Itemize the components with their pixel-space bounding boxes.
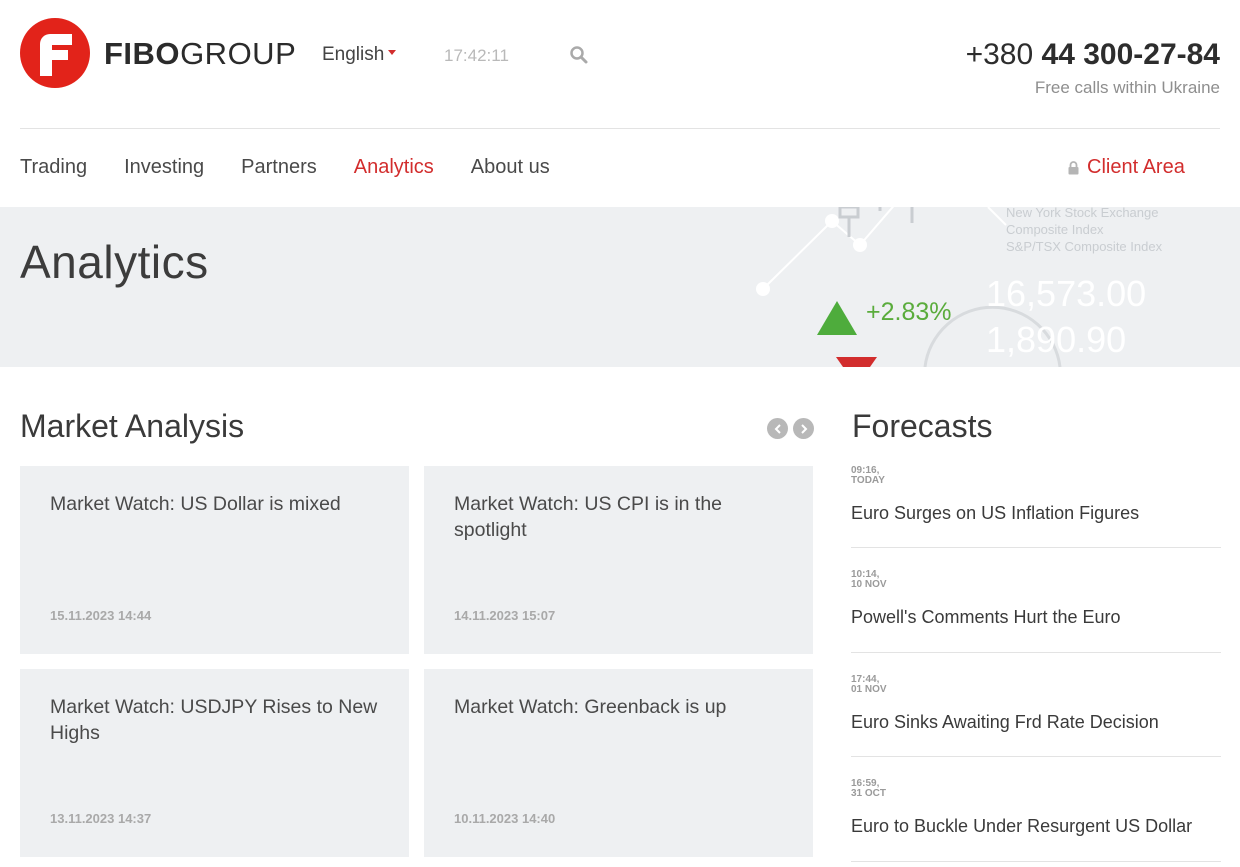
nav-item-partners[interactable]: Partners [241, 156, 317, 179]
phone-note: Free calls within Ukraine [1034, 78, 1220, 97]
analysis-card[interactable]: Market Watch: US Dollar is mixed 15.11.2… [20, 466, 409, 654]
language-selector[interactable]: English [322, 44, 397, 66]
nav-item-about-us[interactable]: About us [471, 156, 550, 179]
site-header: FIBOGROUP English 17:42:11 +380 44 300-2… [0, 0, 1240, 128]
nav-item-investing[interactable]: Investing [124, 156, 204, 179]
forecast-time: 17:44, [851, 674, 880, 685]
forecast-divider [851, 861, 1221, 862]
index-label: New York Stock Exchange [1006, 207, 1159, 220]
fibogroup-logo-icon [20, 18, 90, 88]
chevron-right-icon [800, 423, 807, 434]
forecast-item[interactable]: 09:16, TODAY Euro Surges on US Inflation… [851, 466, 1221, 524]
card-date: 14.11.2023 15:07 [454, 608, 556, 623]
card-date: 10.11.2023 14:40 [454, 811, 556, 826]
card-title: Market Watch: USDJPY Rises to New Highs [50, 696, 378, 744]
chevron-down-icon [388, 49, 397, 55]
forecast-time: 09:16, [851, 465, 880, 476]
card-date: 13.11.2023 14:37 [50, 811, 152, 826]
analysis-card[interactable]: Market Watch: Greenback is up 10.11.2023… [424, 669, 813, 857]
next-button[interactable] [793, 418, 814, 439]
forecast-time: 16:59, [851, 778, 880, 789]
forecast-headline: Euro to Buckle Under Resurgent US Dollar [851, 816, 1193, 836]
page-title: Analytics [20, 236, 209, 288]
header-divider [20, 128, 1220, 129]
page-banner: Analytics New York Stock Exchange Compos… [0, 207, 1240, 367]
logo-wordmark: FIBOGROUP [104, 35, 297, 71]
prev-button[interactable] [767, 418, 788, 439]
analysis-card[interactable]: Market Watch: US CPI is in the spotlight… [424, 466, 813, 654]
forecast-item[interactable]: 17:44, 01 NOV Euro Sinks Awaiting Frd Ra… [851, 675, 1221, 733]
forecast-item[interactable]: 10:14, 10 NOV Powell's Comments Hurt the… [851, 570, 1221, 628]
index-label: S&P/TSX Composite Index [1006, 239, 1163, 254]
forecast-item[interactable]: 16:59, 31 OCT Euro to Buckle Under Resur… [851, 779, 1221, 837]
analysis-card[interactable]: Market Watch: USDJPY Rises to New Highs … [20, 669, 409, 857]
forecast-day: 31 OCT [851, 788, 887, 799]
forecast-divider [851, 652, 1221, 653]
carousel-controls [767, 418, 819, 439]
index-value: 16,573.00 [986, 273, 1147, 314]
card-title: Market Watch: Greenback is up [454, 696, 727, 718]
chevron-left-icon [774, 423, 781, 434]
nav-item-analytics[interactable]: Analytics [354, 156, 434, 179]
card-date: 15.11.2023 14:44 [50, 608, 152, 623]
forecast-headline: Powell's Comments Hurt the Euro [851, 607, 1121, 627]
phone-number[interactable]: +380 44 300-27-84 [966, 38, 1220, 72]
forecast-time: 10:14, [851, 569, 880, 580]
language-label: English [322, 44, 385, 65]
client-area-label: Client Area [1087, 156, 1185, 178]
fibogroup-logo[interactable]: FIBOGROUP [20, 18, 296, 88]
card-title: Market Watch: US Dollar is mixed [50, 493, 341, 515]
forecast-divider [851, 756, 1221, 757]
market-analysis-title: Market Analysis [20, 408, 245, 444]
forecast-day: 10 NOV [851, 579, 887, 590]
forecast-headline: Euro Sinks Awaiting Frd Rate Decision [851, 712, 1159, 732]
client-area-link[interactable]: Client Area [1068, 156, 1185, 179]
forecast-day: TODAY [851, 475, 885, 486]
main-nav: Trading Investing Partners Analytics Abo… [20, 156, 587, 179]
forecasts-title: Forecasts [852, 408, 993, 444]
up-arrow-icon [817, 301, 857, 335]
search-icon [570, 46, 588, 64]
server-clock: 17:42:11 [444, 46, 509, 65]
lock-icon [1068, 160, 1079, 174]
card-title: Market Watch: US CPI is in the spotlight [454, 493, 723, 541]
index-label: Composite Index [1006, 222, 1104, 237]
nav-item-trading[interactable]: Trading [20, 156, 87, 179]
change-percent: +2.83% [866, 298, 952, 326]
forecast-divider [851, 547, 1221, 548]
search-button[interactable] [569, 45, 589, 65]
forecast-headline: Euro Surges on US Inflation Figures [851, 503, 1140, 523]
index-value: 1,890.90 [986, 319, 1127, 360]
forecast-day: 01 NOV [851, 684, 887, 695]
